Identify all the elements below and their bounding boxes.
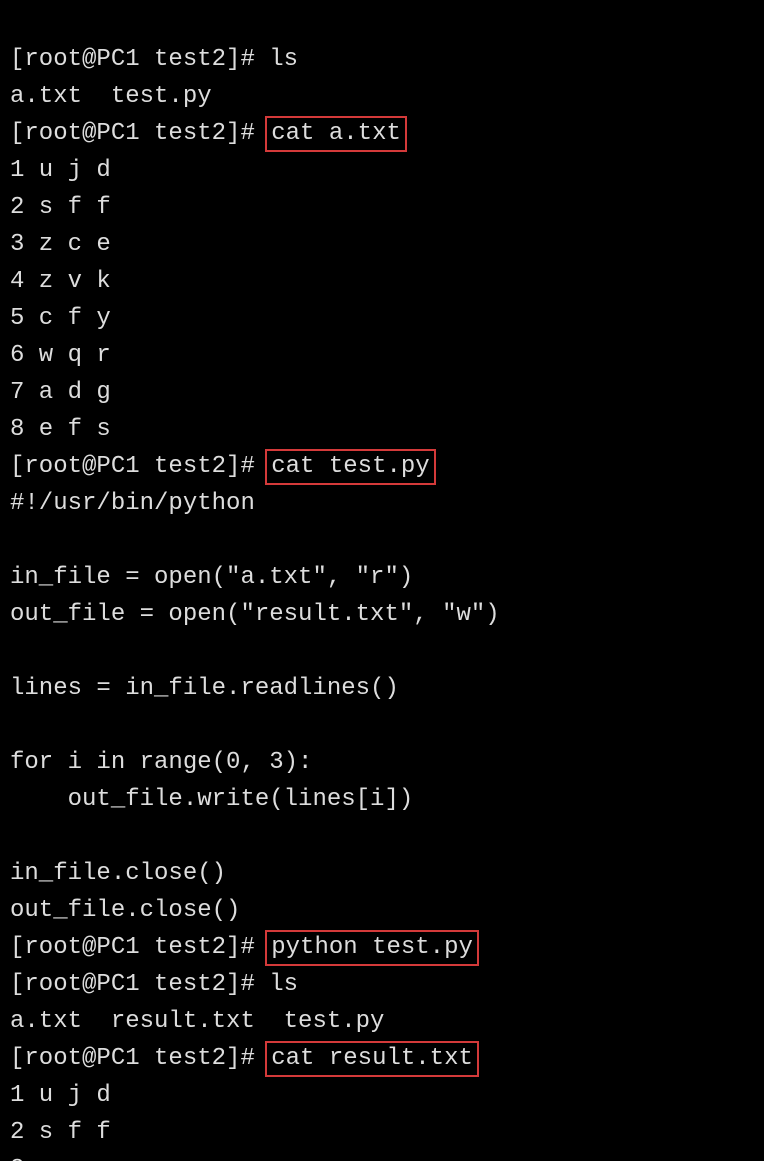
file-line: 7 a d g (10, 379, 111, 406)
file-line: 2 s f f (10, 194, 111, 221)
code-line: in_file.close() (10, 860, 226, 887)
file-line: 3 z c e (10, 231, 111, 258)
code-line: out_file.close() (10, 897, 240, 924)
terminal-line: [root@PC1 test2]# cat a.txt (10, 120, 407, 147)
prompt: [root@PC1 test2]# (10, 46, 269, 73)
terminal-line: [root@PC1 test2]# cat result.txt (10, 1045, 479, 1072)
prompt: [root@PC1 test2]# (10, 934, 269, 961)
command-cat-a: cat a.txt (271, 120, 401, 147)
code-line: out_file.write(lines[i]) (10, 786, 413, 813)
file-line: 6 w q r (10, 342, 111, 369)
terminal-line: [root@PC1 test2]# ls (10, 46, 298, 73)
file-line: 1 u j d (10, 157, 111, 184)
file-line: 5 c f y (10, 305, 111, 332)
file-line: 1 u j d (10, 1082, 111, 1109)
terminal-line: [root@PC1 test2]# cat test.py (10, 453, 436, 480)
file-line: 2 s f f (10, 1119, 111, 1146)
file-line: 4 z v k (10, 268, 111, 295)
prompt: [root@PC1 test2]# (10, 453, 269, 480)
command-cat-test: cat test.py (271, 453, 429, 480)
command-python-highlight: python test.py (265, 930, 479, 966)
command-cat-result-highlight: cat result.txt (265, 1041, 479, 1077)
file-line: 3 z c e (10, 1156, 111, 1161)
code-line: lines = in_file.readlines() (10, 675, 399, 702)
command-python: python test.py (271, 934, 473, 961)
command-cat-a-highlight: cat a.txt (265, 116, 407, 152)
command-cat-test-highlight: cat test.py (265, 449, 435, 485)
command-ls2: ls (269, 971, 298, 998)
terminal[interactable]: [root@PC1 test2]# ls a.txt test.py [root… (0, 0, 764, 1161)
code-line: #!/usr/bin/python (10, 490, 255, 517)
output-ls2: a.txt result.txt test.py (10, 1008, 384, 1035)
file-line: 8 e f s (10, 416, 111, 443)
command-ls: ls (269, 46, 298, 73)
code-line: out_file = open("result.txt", "w") (10, 601, 500, 628)
prompt: [root@PC1 test2]# (10, 971, 269, 998)
prompt: [root@PC1 test2]# (10, 120, 269, 147)
prompt: [root@PC1 test2]# (10, 1045, 269, 1072)
code-line: in_file = open("a.txt", "r") (10, 564, 413, 591)
code-line: for i in range(0, 3): (10, 749, 312, 776)
command-cat-result: cat result.txt (271, 1045, 473, 1072)
output-ls1: a.txt test.py (10, 83, 212, 110)
terminal-line: [root@PC1 test2]# ls (10, 971, 298, 998)
terminal-line: [root@PC1 test2]# python test.py (10, 934, 479, 961)
